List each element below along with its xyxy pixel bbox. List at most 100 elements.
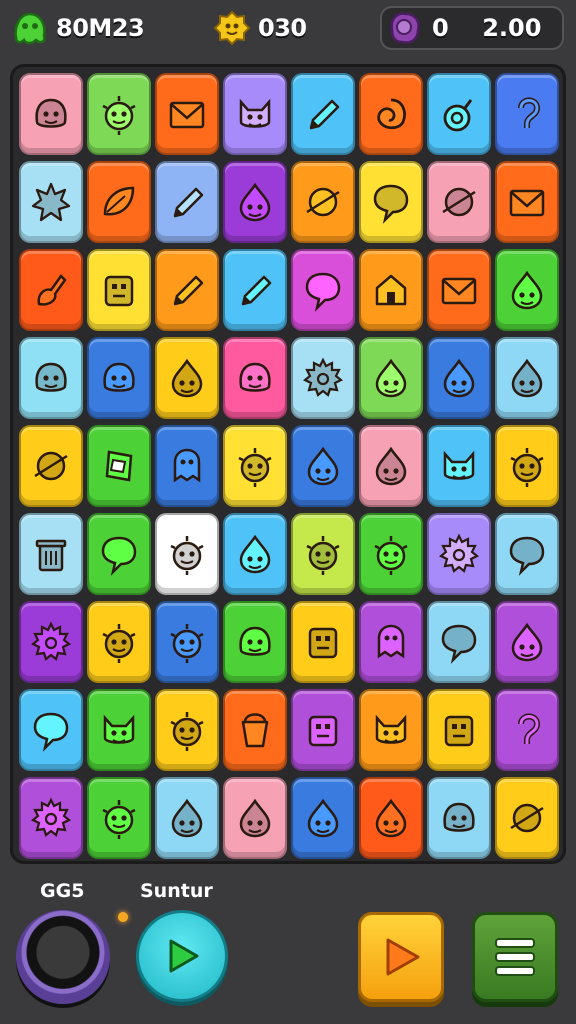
tile-drop-face[interactable] <box>223 513 287 595</box>
tile-envelope[interactable] <box>155 73 219 155</box>
tile-bubble[interactable] <box>427 601 491 683</box>
tile-blob[interactable] <box>223 337 287 419</box>
cat-icon <box>103 714 135 744</box>
tile-blob[interactable] <box>19 73 83 155</box>
tile-drop-face[interactable] <box>291 425 355 507</box>
tile-bubble[interactable] <box>19 689 83 771</box>
bucket-icon <box>241 713 269 748</box>
play-button[interactable] <box>136 910 228 1002</box>
tile-bubble[interactable] <box>359 161 423 243</box>
tile-hook[interactable] <box>495 73 559 155</box>
tile-envelope[interactable] <box>495 161 559 243</box>
tile-drop-face[interactable] <box>223 161 287 243</box>
drop-face-icon <box>239 798 271 838</box>
tile-drop-face[interactable] <box>155 337 219 419</box>
tile-sun-face[interactable] <box>223 425 287 507</box>
sun-face-icon <box>170 712 204 751</box>
tile-pencil[interactable] <box>155 249 219 331</box>
tile-gear[interactable] <box>427 513 491 595</box>
tile-planet[interactable] <box>291 161 355 243</box>
tile-hook[interactable] <box>495 689 559 771</box>
tile-leaf[interactable] <box>87 161 151 243</box>
brush-icon <box>37 274 67 306</box>
drop-face-icon <box>375 446 407 486</box>
tile-gear[interactable] <box>19 777 83 859</box>
tile-sun-face[interactable] <box>87 73 151 155</box>
tile-bubble[interactable] <box>87 513 151 595</box>
blob-icon <box>239 362 271 392</box>
tile-blob[interactable] <box>223 601 287 683</box>
tile-envelope[interactable] <box>427 249 491 331</box>
tile-sun-face[interactable] <box>495 425 559 507</box>
burst-icon <box>31 182 71 222</box>
tile-cat[interactable] <box>223 73 287 155</box>
energy-counter[interactable]: 0 2.00 <box>380 6 564 50</box>
tile-blob[interactable] <box>87 337 151 419</box>
sun-face-icon <box>102 800 136 839</box>
tile-planet[interactable] <box>495 777 559 859</box>
sun-face-icon <box>170 536 204 575</box>
tile-house[interactable] <box>359 249 423 331</box>
tile-gear[interactable] <box>291 337 355 419</box>
tile-blob[interactable] <box>427 777 491 859</box>
tile-cat[interactable] <box>87 689 151 771</box>
blob-icon <box>239 626 271 656</box>
tile-blob[interactable] <box>19 337 83 419</box>
bubble-icon <box>305 272 341 312</box>
tile-drop-face[interactable] <box>291 777 355 859</box>
tile-robot[interactable] <box>291 689 355 771</box>
tile-bucket[interactable] <box>223 689 287 771</box>
tile-pencil[interactable] <box>223 249 287 331</box>
bubble-icon <box>441 624 477 664</box>
tile-drop-face[interactable] <box>495 249 559 331</box>
tile-sun-face[interactable] <box>359 513 423 595</box>
tile-ghost[interactable] <box>359 601 423 683</box>
next-button[interactable] <box>358 912 444 1002</box>
tile-pencil[interactable] <box>291 73 355 155</box>
tile-brush[interactable] <box>19 249 83 331</box>
resource-bar: 80M23 030 0 2.00 <box>0 0 576 60</box>
drop-face-icon <box>171 358 203 398</box>
tile-ghost[interactable] <box>155 425 219 507</box>
tile-planet[interactable] <box>427 161 491 243</box>
tile-trash[interactable] <box>19 513 83 595</box>
left-control-label: GG5 <box>40 880 85 902</box>
tile-sun-face[interactable] <box>155 601 219 683</box>
robot-icon <box>308 715 338 747</box>
tile-burst[interactable] <box>19 161 83 243</box>
tile-drop-face[interactable] <box>359 777 423 859</box>
joystick-button[interactable] <box>16 910 110 1004</box>
tile-sun-face[interactable] <box>87 601 151 683</box>
tile-box[interactable] <box>87 425 151 507</box>
tile-drop-face[interactable] <box>495 601 559 683</box>
green-slime-icon <box>10 8 50 48</box>
tile-bubble[interactable] <box>495 513 559 595</box>
tile-drop-face[interactable] <box>359 337 423 419</box>
blob-icon <box>35 362 67 392</box>
tile-drop-face[interactable] <box>359 425 423 507</box>
drop-face-icon <box>511 622 543 662</box>
tile-ring[interactable] <box>427 73 491 155</box>
tile-drop-face[interactable] <box>495 337 559 419</box>
tile-cat[interactable] <box>359 689 423 771</box>
tile-robot[interactable] <box>87 249 151 331</box>
tile-sun-face[interactable] <box>155 689 219 771</box>
tile-drop-face[interactable] <box>155 777 219 859</box>
tile-swirl[interactable] <box>359 73 423 155</box>
notification-dot <box>118 912 128 922</box>
tile-sun-face[interactable] <box>155 513 219 595</box>
tile-pencil[interactable] <box>155 161 219 243</box>
tile-robot[interactable] <box>291 601 355 683</box>
tile-sun-face[interactable] <box>87 777 151 859</box>
tile-planet[interactable] <box>19 425 83 507</box>
tile-robot[interactable] <box>427 689 491 771</box>
tile-cat[interactable] <box>427 425 491 507</box>
hook-icon <box>518 713 541 744</box>
menu-button[interactable] <box>472 912 558 1002</box>
tile-gear[interactable] <box>19 601 83 683</box>
tile-drop-face[interactable] <box>427 337 491 419</box>
tile-bubble[interactable] <box>291 249 355 331</box>
tile-drop-face[interactable] <box>223 777 287 859</box>
pencil-icon <box>173 187 204 218</box>
tile-sun-face[interactable] <box>291 513 355 595</box>
